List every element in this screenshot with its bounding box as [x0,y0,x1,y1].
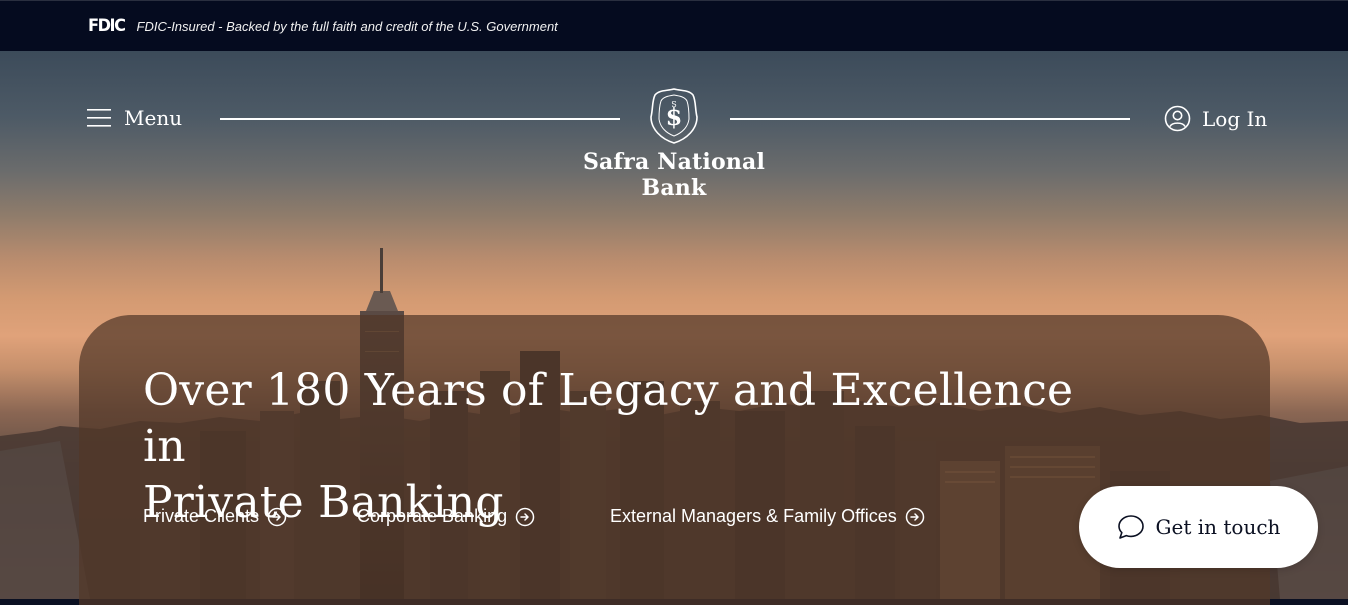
link-label: Corporate Banking [357,506,508,526]
header-divider-right [730,118,1130,120]
login-label: Log In [1202,106,1268,131]
arrow-circle-right-icon [905,507,925,526]
login-button[interactable]: Log In [1164,105,1267,132]
get-in-touch-label: Get in touch [1155,515,1281,539]
link-label: Private Clients [143,506,260,526]
link-corporate-banking[interactable]: Corporate Banking [357,506,535,527]
fdic-logo: FDIC [87,16,126,36]
user-circle-icon [1164,105,1191,132]
hamburger-icon [87,109,111,127]
menu-button[interactable]: Menu [87,106,182,130]
arrow-circle-right-icon [515,507,535,526]
fdic-notice: FDIC-Insured - Backed by the full faith … [136,18,558,34]
link-label: External Managers & Family Offices [610,506,897,526]
hero-headline-line1: Over 180 Years of Legacy and Excellence … [143,365,1074,472]
chat-bubble-icon [1117,515,1144,539]
bank-crest-icon: $ S [650,88,698,144]
bank-name: Safra National Bank [582,149,766,201]
get-in-touch-button[interactable]: Get in touch [1079,486,1318,568]
menu-label: Menu [124,106,183,130]
fdic-bar: FDIC FDIC-Insured - Backed by the full f… [0,0,1348,51]
bank-logo[interactable]: $ S Safra National Bank [560,87,788,201]
svg-text:S: S [671,100,676,109]
link-private-clients[interactable]: Private Clients [143,506,287,527]
link-external-managers-family-offices[interactable]: External Managers & Family Offices [610,506,925,527]
arrow-circle-right-icon [267,507,287,526]
